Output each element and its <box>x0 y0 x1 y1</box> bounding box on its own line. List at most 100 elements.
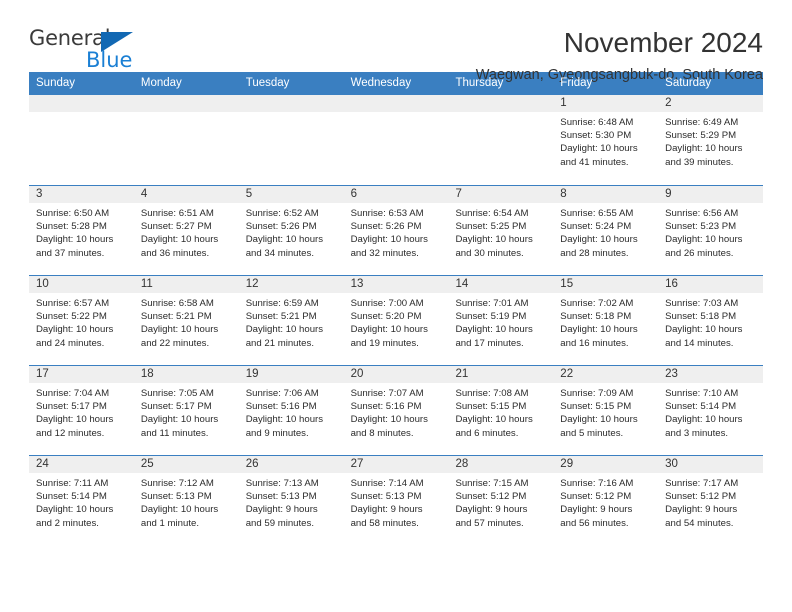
daylight-line-2: and 59 minutes. <box>245 517 314 529</box>
daylight-line-2: and 57 minutes. <box>455 517 524 529</box>
page-title: November 2024 <box>563 27 763 58</box>
day-details: Sunrise: 7:10 AM Sunset: 5:14 PM Dayligh… <box>658 383 763 440</box>
daylight-line-1: Daylight: 10 hours <box>560 414 638 426</box>
sunset-text: Sunset: 5:12 PM <box>665 491 737 503</box>
day-number <box>238 95 344 112</box>
day-cell[interactable]: 16 Sunrise: 7:03 AM Sunset: 5:18 PM Dayl… <box>658 276 764 365</box>
day-number: 7 <box>448 186 554 203</box>
sunset-text: Sunset: 5:19 PM <box>455 311 527 323</box>
day-cell[interactable]: 15 Sunrise: 7:02 AM Sunset: 5:18 PM Dayl… <box>553 276 659 365</box>
day-details: Sunrise: 7:11 AM Sunset: 5:14 PM Dayligh… <box>29 473 134 530</box>
day-cell[interactable]: 8 Sunrise: 6:55 AM Sunset: 5:24 PM Dayli… <box>553 186 659 275</box>
sunrise-text: Sunrise: 6:50 AM <box>36 208 110 219</box>
day-details: Sunrise: 7:00 AM Sunset: 5:20 PM Dayligh… <box>344 293 449 350</box>
day-cell[interactable]: 26 Sunrise: 7:13 AM Sunset: 5:13 PM Dayl… <box>238 456 344 545</box>
daylight-line-2: and 12 minutes. <box>36 427 105 439</box>
day-cell <box>29 95 134 185</box>
day-cell[interactable]: 12 Sunrise: 6:59 AM Sunset: 5:21 PM Dayl… <box>238 276 344 365</box>
sunrise-text: Sunrise: 7:17 AM <box>665 478 739 489</box>
daylight-line-2: and 21 minutes. <box>245 337 314 349</box>
day-number: 19 <box>238 366 344 383</box>
day-cell[interactable]: 1 Sunrise: 6:48 AM Sunset: 5:30 PM Dayli… <box>553 95 659 185</box>
day-cell[interactable]: 3 Sunrise: 6:50 AM Sunset: 5:28 PM Dayli… <box>29 186 134 275</box>
sunrise-text: Sunrise: 6:52 AM <box>245 208 319 219</box>
daylight-line-2: and 2 minutes. <box>36 517 99 529</box>
daylight-line-1: Daylight: 10 hours <box>350 324 428 336</box>
day-cell[interactable]: 10 Sunrise: 6:57 AM Sunset: 5:22 PM Dayl… <box>29 276 134 365</box>
daylight-line-1: Daylight: 9 hours <box>560 504 633 516</box>
sunset-text: Sunset: 5:14 PM <box>36 491 107 503</box>
day-cell[interactable]: 24 Sunrise: 7:11 AM Sunset: 5:14 PM Dayl… <box>29 456 134 545</box>
day-number: 4 <box>133 186 239 203</box>
daylight-line-2: and 6 minutes. <box>455 427 519 439</box>
daylight-line-1: Daylight: 10 hours <box>560 234 638 246</box>
day-number: 17 <box>29 366 134 383</box>
day-cell[interactable]: 6 Sunrise: 6:53 AM Sunset: 5:26 PM Dayli… <box>343 186 449 275</box>
sunset-text: Sunset: 5:15 PM <box>560 401 632 413</box>
daylight-line-2: and 3 minutes. <box>665 427 729 439</box>
day-cell[interactable]: 4 Sunrise: 6:51 AM Sunset: 5:27 PM Dayli… <box>133 186 239 275</box>
sunrise-text: Sunrise: 7:16 AM <box>560 478 634 489</box>
day-details: Sunrise: 7:04 AM Sunset: 5:17 PM Dayligh… <box>29 383 134 440</box>
daylight-line-1: Daylight: 10 hours <box>245 324 324 336</box>
sunrise-text: Sunrise: 7:14 AM <box>350 478 424 489</box>
sunrise-text: Sunrise: 7:12 AM <box>140 478 214 489</box>
page-header: General Blue November 2024 Waegwan, Gyeo… <box>0 0 792 84</box>
day-details: Sunrise: 6:49 AM Sunset: 5:29 PM Dayligh… <box>658 112 763 169</box>
day-cell[interactable]: 18 Sunrise: 7:05 AM Sunset: 5:17 PM Dayl… <box>133 366 239 455</box>
day-cell[interactable]: 27 Sunrise: 7:14 AM Sunset: 5:13 PM Dayl… <box>343 456 449 545</box>
day-details: Sunrise: 6:56 AM Sunset: 5:23 PM Dayligh… <box>658 203 763 260</box>
day-details: Sunrise: 7:17 AM Sunset: 5:12 PM Dayligh… <box>658 473 763 530</box>
day-cell[interactable]: 20 Sunrise: 7:07 AM Sunset: 5:16 PM Dayl… <box>343 366 449 455</box>
daylight-line-1: Daylight: 10 hours <box>665 143 743 155</box>
day-cell[interactable]: 21 Sunrise: 7:08 AM Sunset: 5:15 PM Dayl… <box>448 366 554 455</box>
daylight-line-2: and 39 minutes. <box>665 156 734 168</box>
day-number: 20 <box>343 366 449 383</box>
week-row: 10 Sunrise: 6:57 AM Sunset: 5:22 PM Dayl… <box>29 275 764 365</box>
sunset-text: Sunset: 5:21 PM <box>140 311 212 323</box>
day-cell[interactable]: 25 Sunrise: 7:12 AM Sunset: 5:13 PM Dayl… <box>133 456 239 545</box>
daylight-line-2: and 24 minutes. <box>36 337 105 349</box>
sunset-text: Sunset: 5:17 PM <box>140 401 212 413</box>
day-cell[interactable]: 28 Sunrise: 7:15 AM Sunset: 5:12 PM Dayl… <box>448 456 554 545</box>
day-cell[interactable]: 29 Sunrise: 7:16 AM Sunset: 5:12 PM Dayl… <box>553 456 659 545</box>
day-number <box>29 95 134 112</box>
day-cell[interactable]: 17 Sunrise: 7:04 AM Sunset: 5:17 PM Dayl… <box>29 366 134 455</box>
sunrise-text: Sunrise: 7:06 AM <box>245 388 319 399</box>
day-cell[interactable]: 13 Sunrise: 7:00 AM Sunset: 5:20 PM Dayl… <box>343 276 449 365</box>
sunrise-text: Sunrise: 6:59 AM <box>245 298 319 309</box>
day-number: 16 <box>658 276 764 293</box>
day-cell[interactable]: 23 Sunrise: 7:10 AM Sunset: 5:14 PM Dayl… <box>658 366 764 455</box>
daylight-line-1: Daylight: 10 hours <box>350 234 428 246</box>
day-cell[interactable]: 7 Sunrise: 6:54 AM Sunset: 5:25 PM Dayli… <box>448 186 554 275</box>
day-cell[interactable]: 22 Sunrise: 7:09 AM Sunset: 5:15 PM Dayl… <box>553 366 659 455</box>
sunset-text: Sunset: 5:15 PM <box>455 401 527 413</box>
day-cell[interactable]: 11 Sunrise: 6:58 AM Sunset: 5:21 PM Dayl… <box>133 276 239 365</box>
day-cell[interactable]: 9 Sunrise: 6:56 AM Sunset: 5:23 PM Dayli… <box>658 186 764 275</box>
day-details: Sunrise: 6:48 AM Sunset: 5:30 PM Dayligh… <box>553 112 658 169</box>
daylight-line-2: and 14 minutes. <box>665 337 734 349</box>
day-details: Sunrise: 6:54 AM Sunset: 5:25 PM Dayligh… <box>448 203 553 260</box>
day-details: Sunrise: 6:51 AM Sunset: 5:27 PM Dayligh… <box>134 203 239 260</box>
day-number: 5 <box>238 186 344 203</box>
sunset-text: Sunset: 5:12 PM <box>560 491 632 503</box>
weekday-header-friday: Friday <box>560 77 593 89</box>
day-cell[interactable]: 30 Sunrise: 7:17 AM Sunset: 5:12 PM Dayl… <box>658 456 764 545</box>
sunset-text: Sunset: 5:24 PM <box>560 221 632 233</box>
day-details: Sunrise: 7:05 AM Sunset: 5:17 PM Dayligh… <box>134 383 239 440</box>
day-cell[interactable]: 2 Sunrise: 6:49 AM Sunset: 5:29 PM Dayli… <box>658 95 764 185</box>
day-details <box>239 112 344 116</box>
daylight-line-2: and 19 minutes. <box>350 337 419 349</box>
logo-text-blue: Blue <box>86 48 133 72</box>
day-number: 15 <box>553 276 659 293</box>
weekday-header-thursday: Thursday <box>455 77 504 89</box>
daylight-line-2: and 11 minutes. <box>140 427 209 439</box>
daylight-line-1: Daylight: 9 hours <box>455 504 528 516</box>
day-cell[interactable]: 14 Sunrise: 7:01 AM Sunset: 5:19 PM Dayl… <box>448 276 554 365</box>
daylight-line-2: and 36 minutes. <box>140 247 210 259</box>
day-cell[interactable]: 19 Sunrise: 7:06 AM Sunset: 5:16 PM Dayl… <box>238 366 344 455</box>
daylight-line-1: Daylight: 10 hours <box>560 324 638 336</box>
day-cell[interactable]: 5 Sunrise: 6:52 AM Sunset: 5:26 PM Dayli… <box>238 186 344 275</box>
general-blue-logo[interactable]: General Blue <box>29 28 157 76</box>
daylight-line-2: and 9 minutes. <box>245 427 309 439</box>
